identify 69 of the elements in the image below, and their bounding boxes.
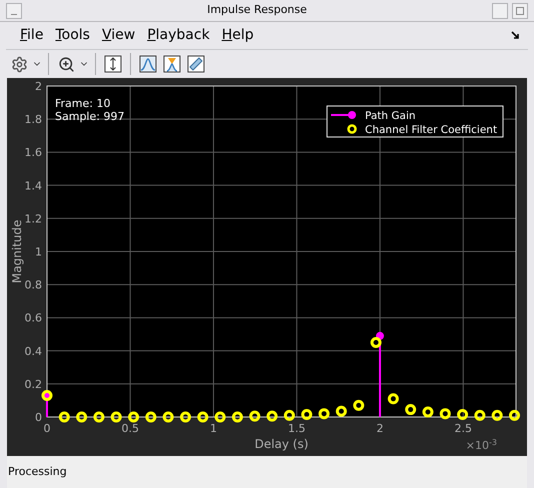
x-tick-label: 0.5 — [122, 422, 139, 435]
coefficient-marker — [440, 408, 451, 420]
coefficient-marker — [318, 408, 330, 420]
coefficient-marker — [405, 404, 416, 416]
coefficient-marker — [232, 412, 243, 422]
status-text: Processing — [8, 465, 67, 478]
y-tick-label: 0.4 — [24, 344, 42, 358]
menu-item[interactable]: Playback — [141, 25, 216, 46]
window-menu-button[interactable] — [6, 2, 22, 18]
x-tick-label: 1 — [210, 422, 217, 435]
coefficient-marker — [370, 337, 382, 348]
coefficient-marker — [353, 400, 364, 411]
menu-item[interactable]: Tools — [49, 25, 96, 46]
legend-label: Channel Filter Coefficient — [365, 124, 498, 136]
y-tick-label: 0.6 — [24, 312, 42, 325]
stem-marker — [43, 391, 51, 417]
y-tick-label: 0.8 — [24, 278, 42, 292]
y-tick-label: 1.8 — [24, 113, 42, 126]
x-axis-multiplier: ×10$^{-3}$ — [466, 439, 497, 453]
dock-arrow-icon — [511, 31, 520, 40]
y-tick-label: 1.6 — [24, 146, 42, 160]
y-tick-label: 1 — [35, 246, 42, 258]
coefficient-marker — [214, 412, 226, 422]
coefficient-marker — [110, 412, 122, 422]
menu-item[interactable]: Help — [216, 25, 260, 46]
coefficient-marker — [58, 412, 70, 422]
window-title: Impulse Response — [206, 2, 308, 18]
y-tick-label: 1.2 — [24, 212, 42, 226]
coefficient-marker — [197, 412, 208, 422]
x-axis-label: Delay (s) — [254, 437, 308, 451]
coefficient-marker — [128, 412, 140, 422]
x-tick-label: 2.5 — [454, 422, 472, 435]
coefficient-marker — [336, 406, 347, 417]
legend-label: Path Gain — [365, 110, 416, 122]
coefficient-marker — [422, 406, 434, 418]
maximize-button[interactable] — [512, 2, 528, 18]
y-tick-label: 0.2 — [24, 378, 42, 391]
y-tick-label: 2 — [35, 80, 42, 93]
coefficient-marker — [388, 393, 399, 404]
coefficient-marker — [284, 410, 295, 421]
y-tick-label: 1.4 — [24, 179, 42, 192]
legend-marker-icon — [347, 124, 357, 134]
coefficient-marker — [266, 410, 278, 422]
x-tick-label: 0 — [44, 422, 50, 435]
bell-curve-icon[interactable] — [137, 53, 159, 75]
coefficient-marker — [76, 412, 88, 422]
coefficient-marker — [162, 412, 174, 422]
plot-info-text: Sample: 997 — [55, 110, 124, 123]
menu-item[interactable]: View — [96, 25, 142, 46]
y-tick-label: 0 — [35, 411, 42, 424]
coefficient-marker — [42, 390, 52, 401]
legend-stem-icon — [331, 111, 356, 119]
coefficient-marker — [93, 412, 104, 422]
coefficient-marker — [301, 409, 312, 420]
plot-info-text: Frame: 10 — [55, 97, 110, 110]
x-tick-label: 2 — [376, 422, 384, 435]
coefficient-marker — [180, 412, 192, 422]
coefficient-marker — [457, 409, 468, 420]
ruler-icon[interactable] — [185, 53, 207, 75]
y-axis-label: Magnitude — [10, 220, 24, 284]
coefficient-marker — [509, 410, 520, 421]
x-tick-label: 1.5 — [288, 422, 306, 435]
menu-item[interactable]: File — [14, 25, 50, 46]
hourglass-icon[interactable] — [161, 53, 183, 75]
fit-vertical-icon[interactable] — [102, 53, 124, 75]
coefficient-marker — [474, 410, 486, 421]
coefficient-marker — [145, 412, 156, 422]
coefficient-marker — [249, 410, 260, 422]
coefficient-marker — [492, 410, 503, 421]
